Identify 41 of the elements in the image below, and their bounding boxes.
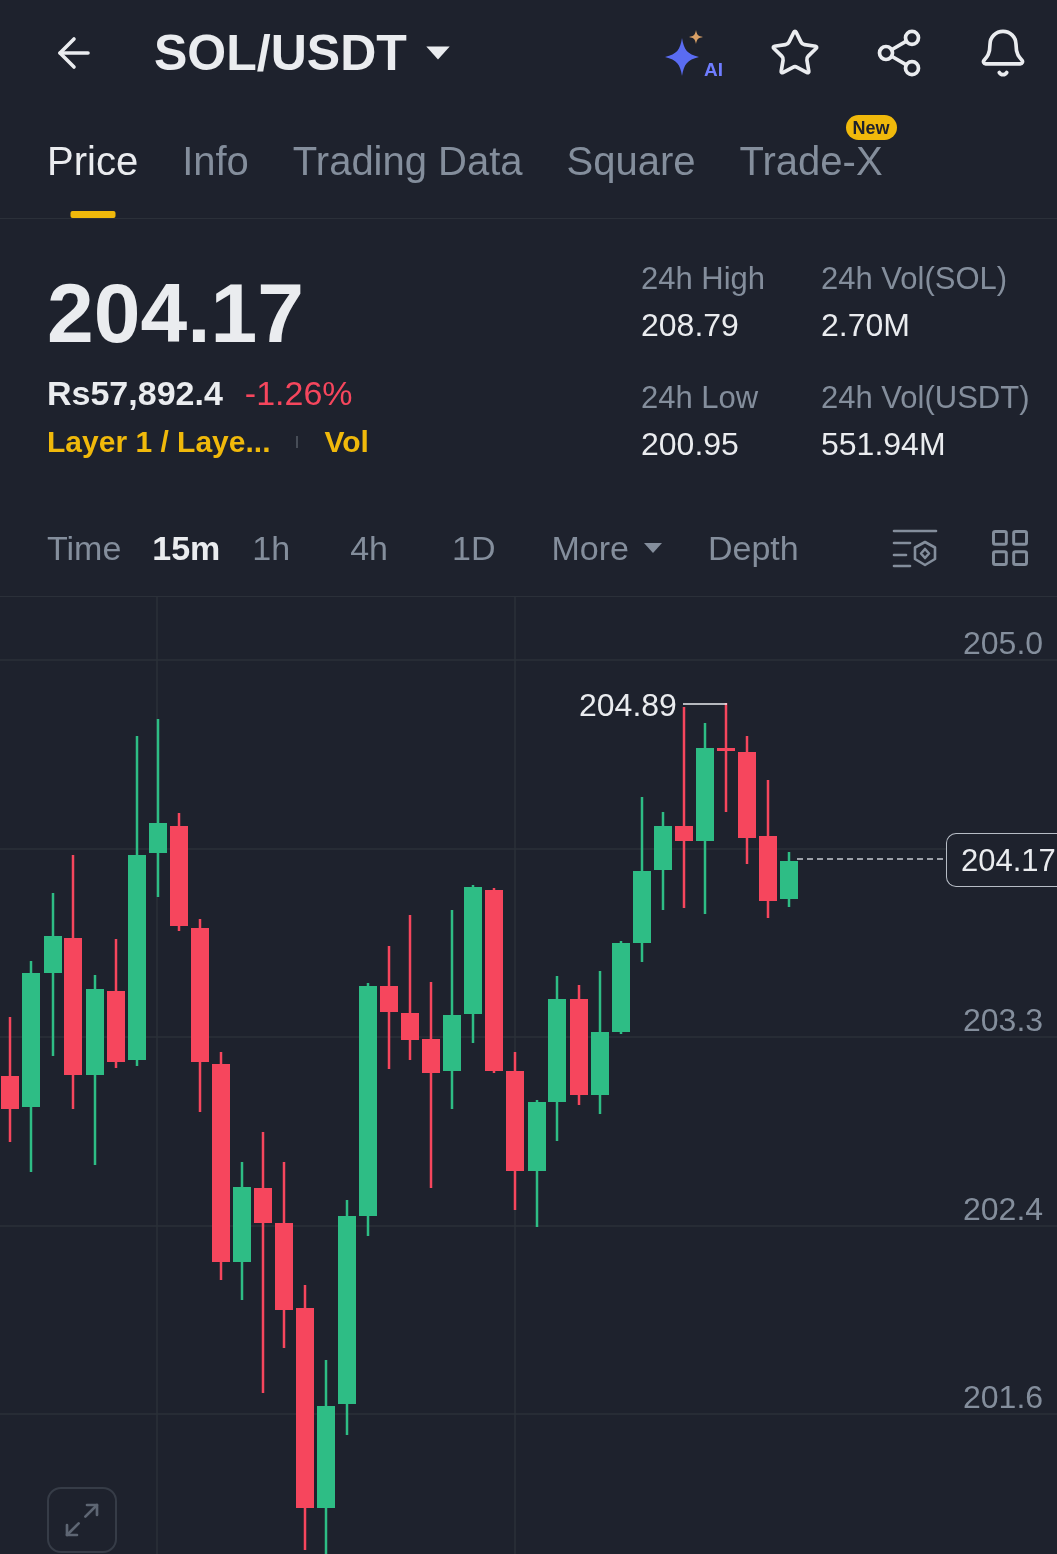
- stat-value: 551.94M: [821, 428, 946, 460]
- pair-selector[interactable]: SOL/USDT: [154, 27, 451, 78]
- stat-value: 200.95: [641, 428, 739, 460]
- caret-down-icon: [424, 44, 451, 61]
- ai-assistant-button[interactable]: AI: [665, 23, 723, 82]
- indicator-settings-icon[interactable]: [892, 527, 938, 568]
- price-axis-label: 201.6: [963, 1381, 1044, 1413]
- tab[interactable]: Trading Data: [292, 141, 523, 218]
- leader-line: [682, 703, 728, 705]
- sparkle-icon: [665, 29, 703, 76]
- tab[interactable]: Square: [566, 141, 696, 218]
- interval-option[interactable]: Depth: [707, 530, 799, 565]
- stat-label: 24h Vol(USDT): [821, 382, 1030, 413]
- stat-label: 24h Vol(SOL): [821, 263, 1008, 294]
- interval-option[interactable]: Time: [47, 530, 122, 565]
- stat-label: 24h Low: [641, 382, 759, 413]
- stat-value: 2.70M: [821, 309, 910, 341]
- interval-option[interactable]: 1D: [452, 530, 496, 565]
- interval-dropdown[interactable]: More: [551, 530, 663, 565]
- new-badge: New: [845, 115, 897, 140]
- interval-option[interactable]: 4h: [350, 530, 388, 565]
- caret-down-icon: [642, 541, 663, 554]
- bullish-candle: [780, 852, 798, 907]
- tab[interactable]: Trade-X: [739, 141, 883, 218]
- price-axis-label: 203.3: [963, 1004, 1044, 1036]
- fullscreen-button[interactable]: [47, 1487, 117, 1553]
- tab[interactable]: Price: [47, 141, 139, 218]
- last-price-tag: 204.17: [946, 833, 1057, 887]
- sector-tag-link[interactable]: Layer 1 / Laye...: [47, 427, 271, 457]
- stat-label: 24h High: [641, 263, 766, 294]
- price-change: -1.26%: [244, 376, 353, 410]
- stat-value: 208.79: [641, 309, 739, 341]
- price-axis-label: 202.4: [963, 1193, 1044, 1225]
- volume-link[interactable]: Vol: [324, 427, 369, 457]
- interval-option[interactable]: 15m: [152, 530, 221, 565]
- fiat-price: Rs57,892.4: [47, 376, 223, 410]
- last-price: 204.17: [47, 271, 304, 355]
- tab[interactable]: Info: [182, 141, 249, 218]
- interval-option[interactable]: 1h: [252, 530, 291, 565]
- price-axis-label: 205.0: [963, 627, 1044, 659]
- high-price-label: 204.89: [579, 689, 677, 721]
